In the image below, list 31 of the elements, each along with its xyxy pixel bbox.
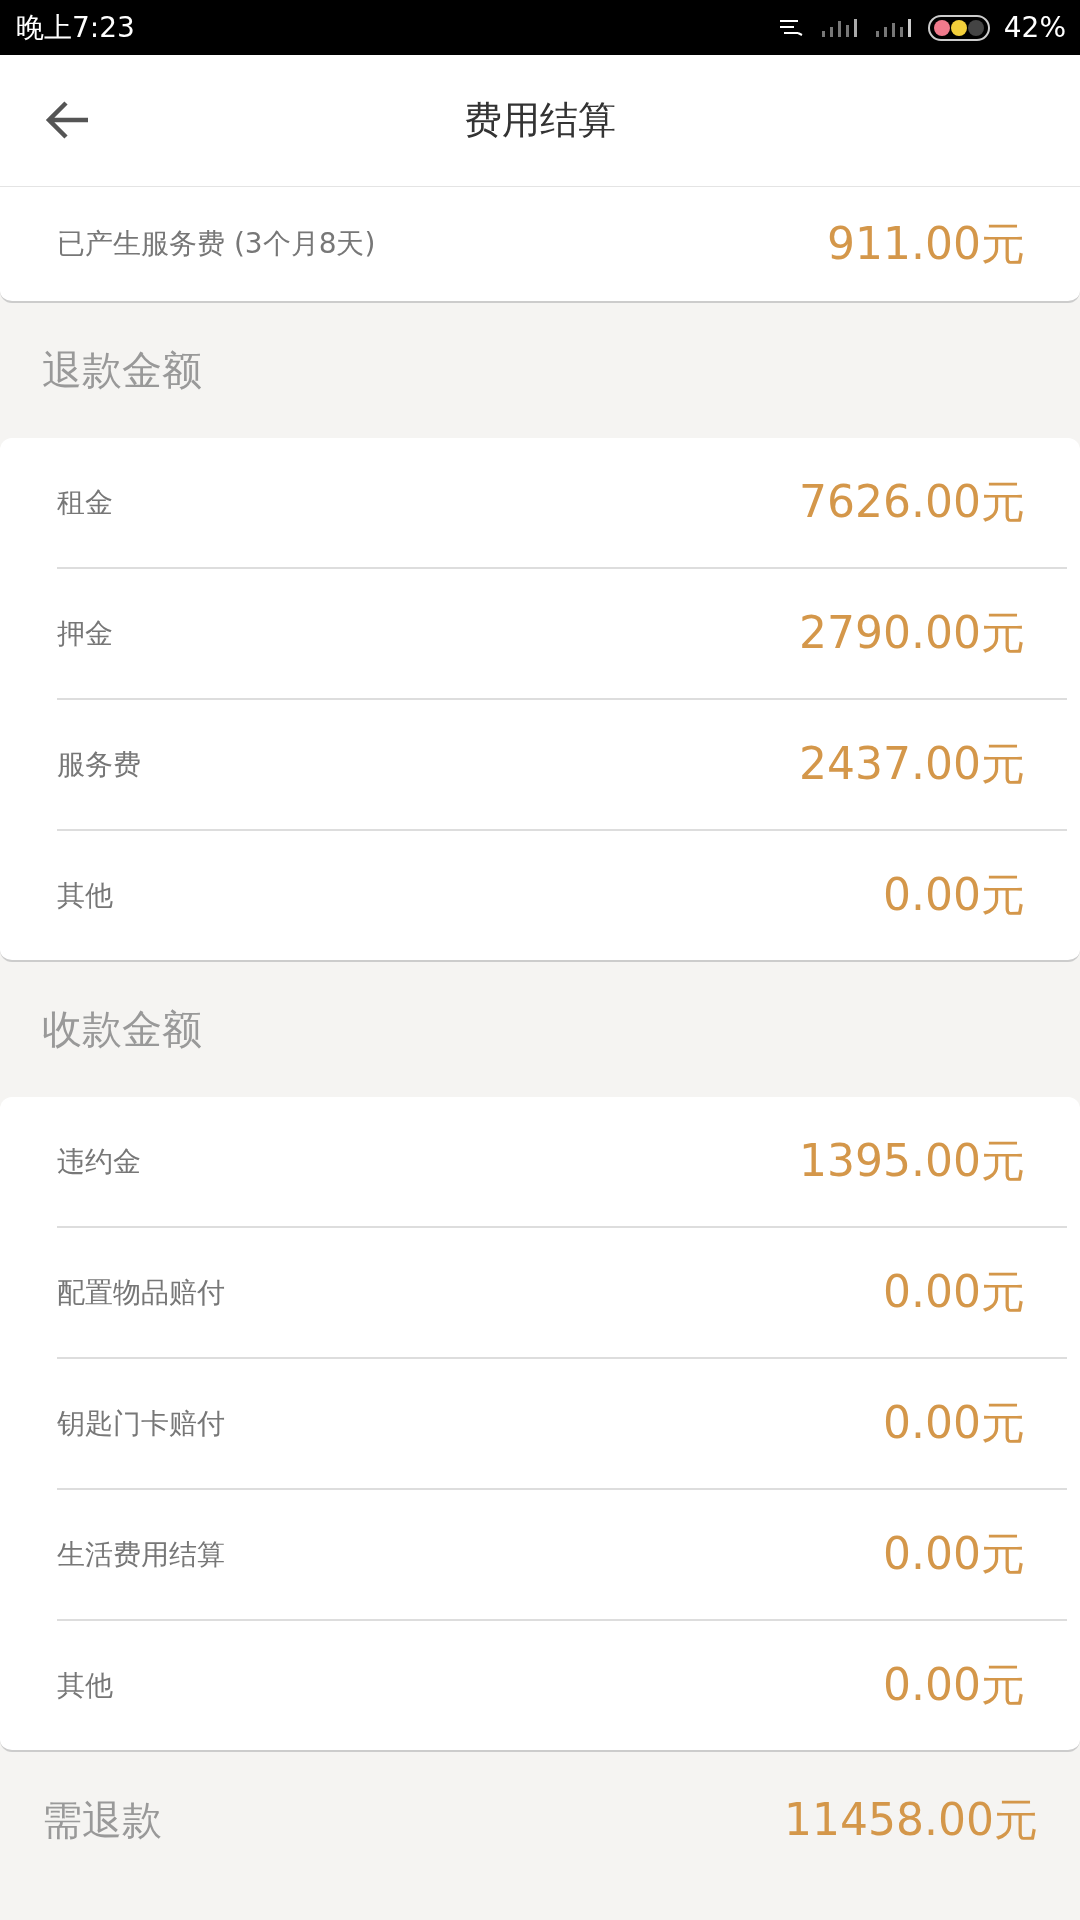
fee-amount: 0.00元	[883, 1396, 1025, 1450]
total-label: 需退款	[42, 1796, 162, 1845]
fee-amount: 0.00元	[883, 1658, 1025, 1712]
total-amount: 11458.00元	[784, 1793, 1038, 1847]
fee-amount: 0.00元	[883, 1265, 1025, 1319]
fee-amount: 1395.00元	[799, 1134, 1025, 1188]
fee-amount: 911.00元	[827, 216, 1025, 271]
battery-icon	[927, 14, 990, 41]
battery-percentage: 42%	[1003, 11, 1066, 44]
fee-label: 租金	[57, 484, 113, 521]
fee-amount: 0.00元	[883, 868, 1025, 922]
status-time: 晚上7:23	[16, 9, 135, 46]
section-title: 退款金额	[42, 346, 202, 395]
section-title: 收款金额	[42, 1005, 202, 1054]
fee-label: 押金	[57, 615, 113, 652]
page-title: 费用结算	[464, 97, 616, 144]
fee-label: 其他	[57, 1667, 113, 1704]
back-arrow-icon[interactable]	[44, 100, 90, 140]
fee-label: 钥匙门卡赔付	[57, 1405, 225, 1442]
fee-label: 生活费用结算	[57, 1536, 225, 1573]
fee-label: 配置物品赔付	[57, 1274, 225, 1311]
signal-icon	[819, 16, 860, 39]
signal-icon	[873, 16, 914, 39]
fee-amount: 0.00元	[883, 1527, 1025, 1581]
fee-label: 服务费	[57, 746, 141, 783]
fee-amount: 2790.00元	[799, 606, 1025, 660]
fee-label: 违约金	[57, 1143, 141, 1180]
fee-label: 其他	[57, 877, 113, 914]
fee-label: 已产生服务费 (3个月8天)	[57, 226, 376, 262]
fee-amount: 7626.00元	[799, 475, 1025, 529]
fee-amount: 2437.00元	[799, 737, 1025, 791]
